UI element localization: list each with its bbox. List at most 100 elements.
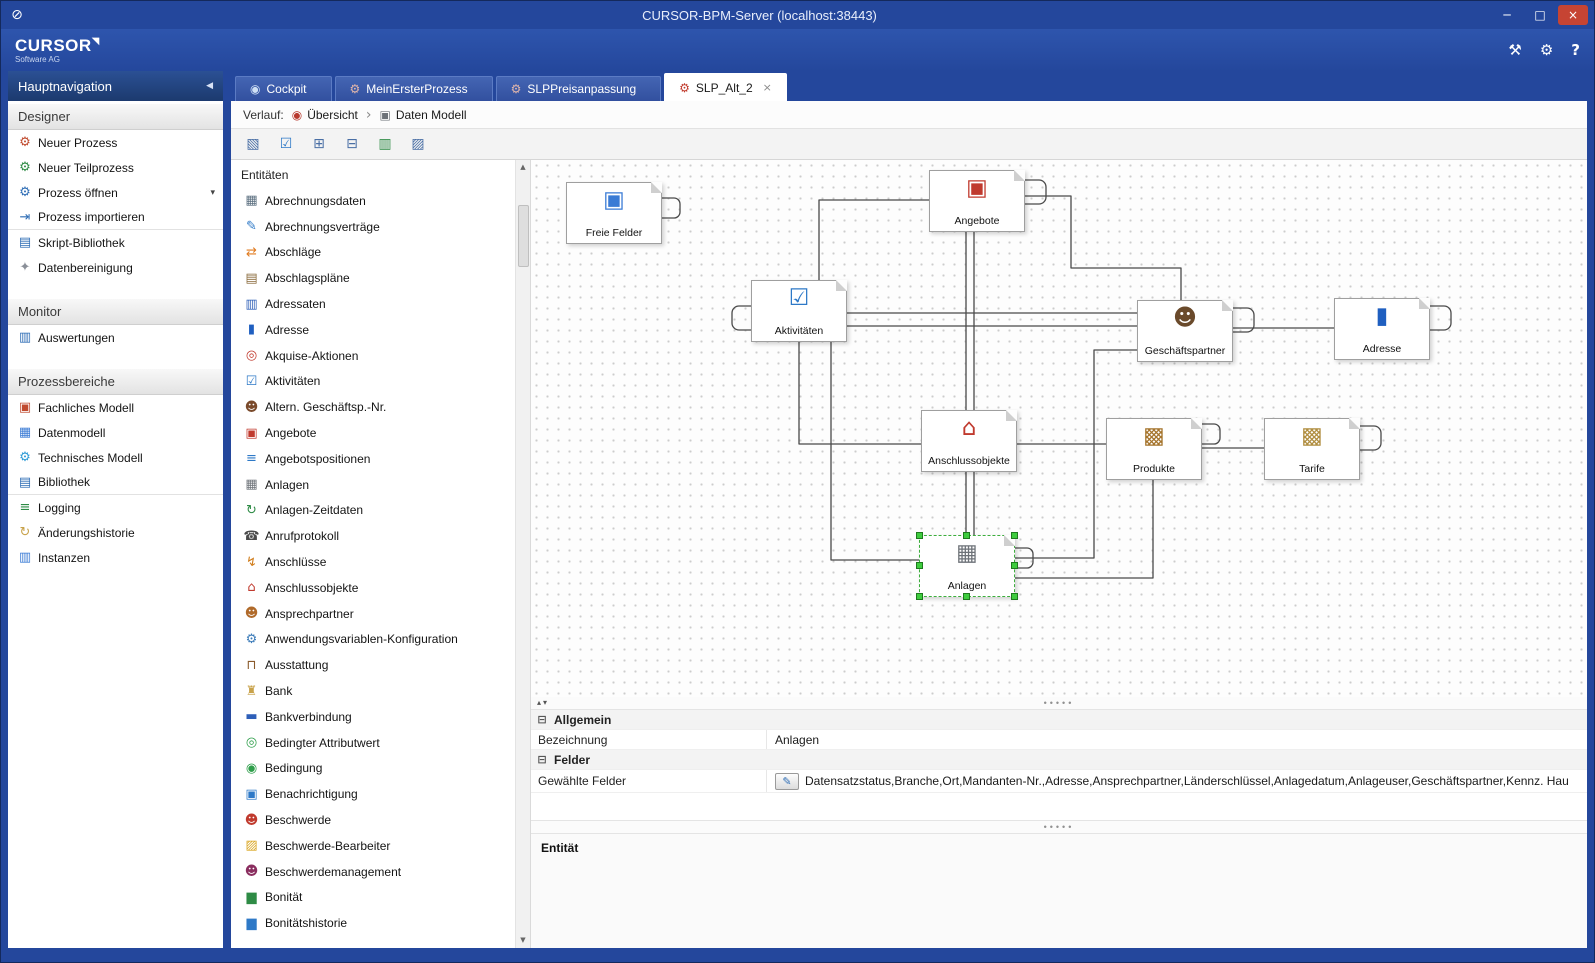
splitter-grip-icon[interactable]: ••••• — [1044, 698, 1075, 708]
entity-item[interactable]: ☎ Anrufprotokoll — [231, 523, 515, 549]
hierarchy-collapse-icon[interactable]: ⊟ — [340, 133, 364, 155]
entity-item[interactable]: ☻ Beschwerdemanagement — [231, 859, 515, 885]
sidebar-item[interactable]: ▦ Datenmodell — [8, 420, 223, 445]
entity-item[interactable]: ☑ Aktivitäten — [231, 369, 515, 395]
entity-item[interactable]: ▨ Beschwerde-Bearbeiter — [231, 833, 515, 859]
sidebar-item[interactable]: ⇥ Prozess importieren — [8, 205, 223, 230]
entity-item[interactable]: ▆ Bonität — [231, 885, 515, 911]
entity-item[interactable]: ☻ Altern. Geschäftsp.-Nr. — [231, 394, 515, 420]
diagram-node[interactable]: ▣ Angebote — [929, 170, 1025, 232]
entity-item[interactable]: ✎ Abrechnungsverträge — [231, 214, 515, 240]
diagram-node[interactable]: ▩ Tarife — [1264, 418, 1360, 480]
entity-item[interactable]: ↯ Anschlüsse — [231, 549, 515, 575]
entity-item[interactable]: ⚙ Anwendungsvariablen-Konfiguration — [231, 627, 515, 653]
sidebar-item[interactable]: ▣ Fachliches Modell — [8, 395, 223, 420]
entity-item[interactable]: ◎ Bedingter Attributwert — [231, 730, 515, 756]
entity-item[interactable]: ▮ Adresse — [231, 317, 515, 343]
maximize-button[interactable]: □ — [1525, 5, 1555, 25]
tab[interactable]: ⚙ SLPPreisanpassung — [496, 76, 662, 101]
selection-handle[interactable] — [963, 593, 970, 600]
diagram-node[interactable]: ▩ Produkte — [1106, 418, 1202, 480]
workflow-icon[interactable]: ⚙ — [1540, 41, 1553, 59]
selection-handle[interactable] — [916, 593, 923, 600]
sidebar-collapse-icon[interactable]: ◀ — [206, 81, 213, 91]
tools-icon[interactable]: ⚒ — [1508, 41, 1521, 59]
diagram-node[interactable]: ☻ Geschäftspartner — [1137, 300, 1233, 362]
diagram-canvas[interactable]: ▣ Freie Felder — [531, 160, 1587, 697]
selection-handle[interactable] — [1011, 562, 1018, 569]
sidebar-item[interactable]: ▥ Instanzen — [8, 545, 223, 570]
entity-item[interactable]: ◉ Bedingung — [231, 756, 515, 782]
diagram-node[interactable]: ▦ Anlagen — [919, 535, 1015, 597]
diagram-node[interactable]: ▣ Freie Felder — [566, 182, 662, 244]
entity-item[interactable]: ▣ Angebote — [231, 420, 515, 446]
entity-item[interactable]: ▦ Anlagen — [231, 472, 515, 498]
property-value[interactable]: Datensatzstatus,Branche,Ort,Mandanten-Nr… — [805, 774, 1569, 788]
report-icon[interactable]: ▧ — [241, 133, 265, 155]
selection-handle[interactable] — [1011, 532, 1018, 539]
entity-item[interactable]: ☻ Beschwerde — [231, 807, 515, 833]
entity-item[interactable]: ◎ Akquise-Aktionen — [231, 343, 515, 369]
edit-fields-button[interactable]: ✎ — [775, 773, 799, 790]
splitter-grip-icon[interactable]: ••••• — [1044, 822, 1075, 832]
diagram-node[interactable]: ⌂ Anschlussobjekte — [921, 410, 1017, 472]
selection-handle[interactable] — [916, 562, 923, 569]
entity-scrollbar[interactable]: ▲ ▼ — [515, 160, 530, 948]
help-icon[interactable]: ? — [1571, 41, 1580, 59]
entity-item-label: Akquise-Aktionen — [265, 349, 358, 363]
properties-group-felder[interactable]: ⊟ Felder — [531, 750, 1587, 770]
entity-item[interactable]: ▬ Bankverbindung — [231, 704, 515, 730]
tab[interactable]: ⚙ MeinErsterProzess — [335, 76, 493, 101]
entity-item[interactable]: ▆ Bonitätshistorie — [231, 910, 515, 936]
collapse-icon[interactable]: ⊟ — [536, 714, 548, 726]
sidebar-item[interactable]: ⚙ Prozess öffnen ▾ — [8, 180, 223, 205]
selection-handle[interactable] — [1011, 593, 1018, 600]
scroll-up-icon[interactable]: ▲ — [516, 160, 530, 175]
entity-item[interactable]: ▥ Adressaten — [231, 291, 515, 317]
collapse-icon[interactable]: ⊟ — [536, 754, 548, 766]
entity-item[interactable]: ▣ Benachrichtigung — [231, 781, 515, 807]
scroll-down-icon[interactable]: ▼ — [516, 933, 530, 948]
splitter-canvas-properties[interactable]: ▴▾ ••••• — [531, 697, 1587, 710]
entity-item[interactable]: ≡ Angebotspositionen — [231, 446, 515, 472]
diagram-node[interactable]: ▮ Adresse — [1334, 298, 1430, 360]
sidebar-item[interactable]: ✦ Datenbereinigung — [8, 255, 223, 280]
entity-item[interactable]: ▦ Abrechnungsdaten — [231, 188, 515, 214]
entity-item[interactable]: ⌂ Anschlussobjekte — [231, 575, 515, 601]
minimize-button[interactable]: ─ — [1492, 5, 1522, 25]
scroll-thumb[interactable] — [518, 205, 529, 267]
close-button[interactable]: × — [1558, 5, 1588, 25]
diagram-node[interactable]: ☑ Aktivitäten — [751, 280, 847, 342]
splitter-properties-entity[interactable]: ••••• — [531, 821, 1587, 834]
tab[interactable]: ◉ Cockpit — [235, 76, 332, 101]
entity-item[interactable]: ☻ Ansprechpartner — [231, 601, 515, 627]
properties-group-allgemein[interactable]: ⊟ Allgemein — [531, 710, 1587, 730]
selection-handle[interactable] — [916, 532, 923, 539]
sidebar-item[interactable]: ≡ Logging — [8, 495, 223, 520]
validate-icon[interactable]: ☑ — [274, 133, 298, 155]
sidebar-item[interactable]: ▥ Auswertungen — [8, 325, 223, 350]
sidebar-item[interactable]: ⚙ Neuer Prozess — [8, 130, 223, 155]
tab-close-icon[interactable]: × — [763, 81, 772, 94]
hierarchy-expand-icon[interactable]: ⊞ — [307, 133, 331, 155]
splitter-down-icon[interactable]: ▾ — [543, 698, 549, 707]
layers-icon[interactable]: ▨ — [406, 133, 430, 155]
tab[interactable]: ⚙ SLP_Alt_2 × — [664, 73, 787, 101]
splitter-arrows[interactable]: ▴▾ — [537, 698, 549, 707]
entity-item[interactable]: ⊓ Ausstattung — [231, 652, 515, 678]
entity-item[interactable]: ▤ Abschlagspläne — [231, 265, 515, 291]
selection-handle[interactable] — [963, 532, 970, 539]
sidebar-item[interactable]: ▤ Skript-Bibliothek — [8, 230, 223, 255]
property-value[interactable]: Anlagen — [775, 733, 819, 747]
entity-item[interactable]: ↻ Anlagen-Zeitdaten — [231, 498, 515, 524]
entity-item[interactable]: ⇄ Abschläge — [231, 240, 515, 266]
chart-icon[interactable]: ▥ — [373, 133, 397, 155]
entity-item[interactable]: ♜ Bank — [231, 678, 515, 704]
dropdown-caret-icon[interactable]: ▾ — [210, 188, 215, 198]
breadcrumb-item-uebersicht[interactable]: ◉ Übersicht — [292, 108, 358, 122]
breadcrumb-item-daten-modell[interactable]: ▣ Daten Modell — [379, 108, 466, 122]
sidebar-item[interactable]: ⚙ Technisches Modell — [8, 445, 223, 470]
sidebar-item[interactable]: ↻ Änderungshistorie — [8, 520, 223, 545]
sidebar-item[interactable]: ⚙ Neuer Teilprozess — [8, 155, 223, 180]
sidebar-item[interactable]: ▤ Bibliothek — [8, 470, 223, 495]
